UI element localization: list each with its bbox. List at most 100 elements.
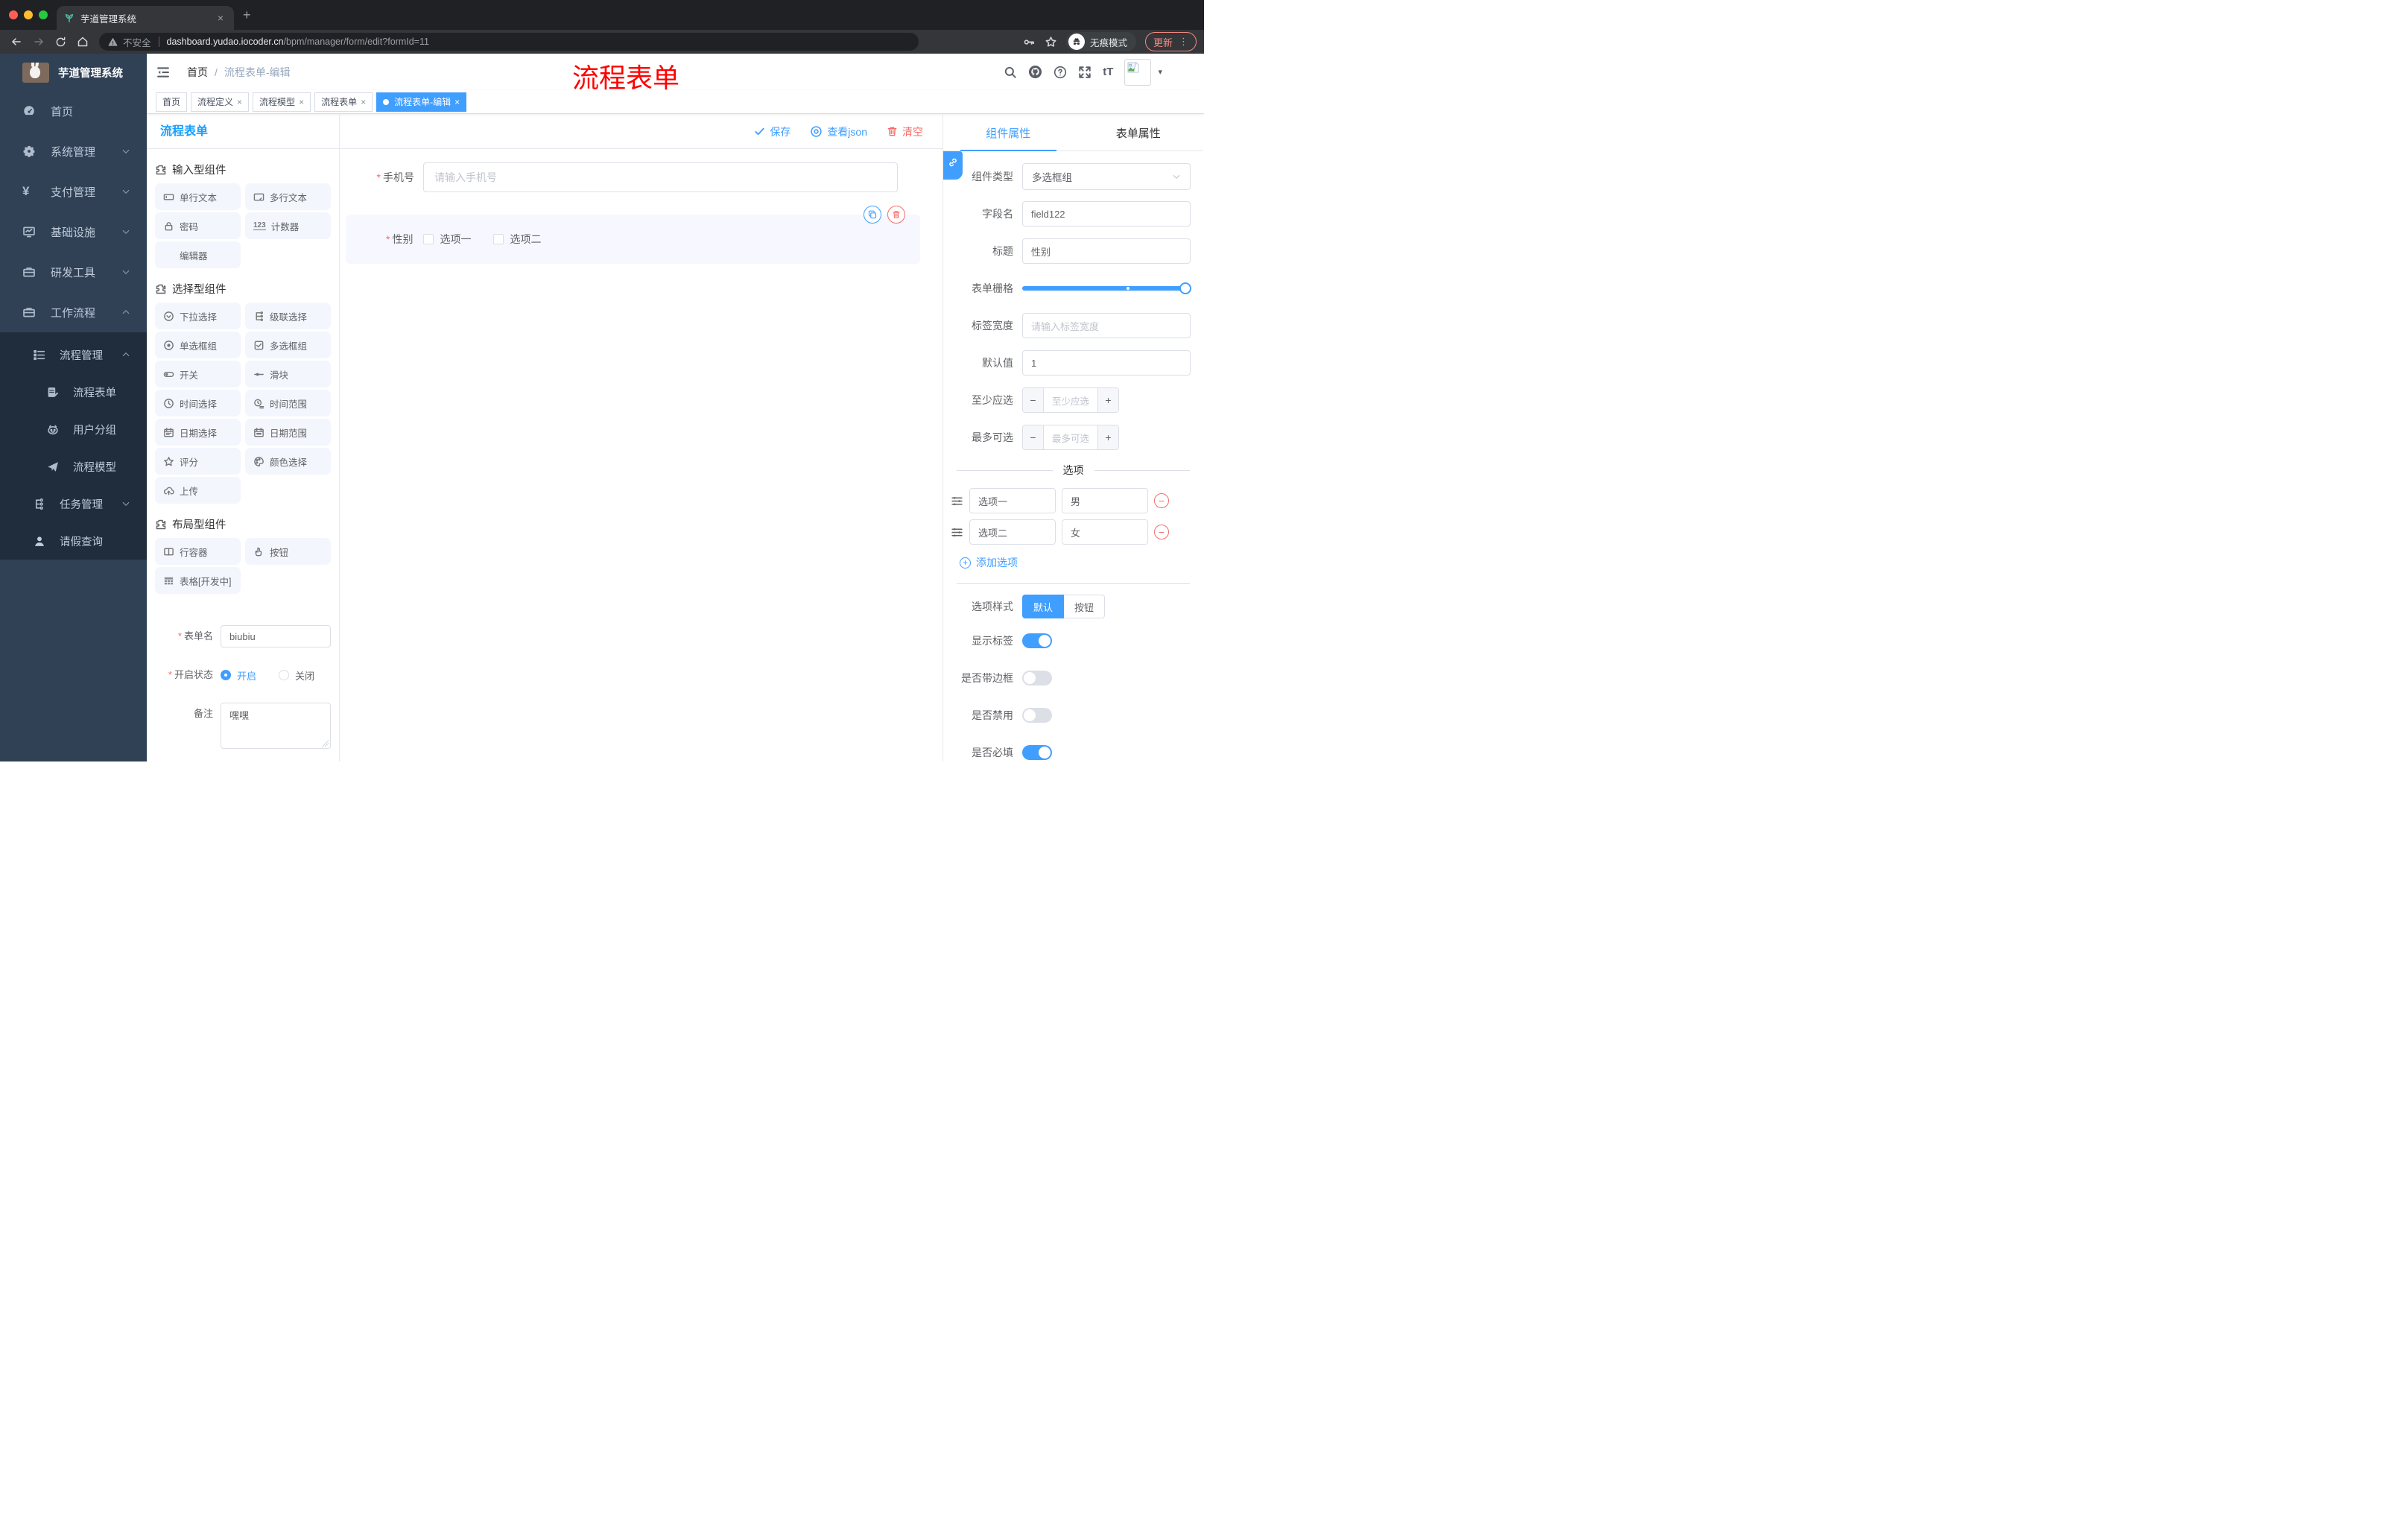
sidebar-item-leave-query[interactable]: 请假查询 — [0, 522, 147, 560]
sidebar-item-devtools[interactable]: 研发工具 — [0, 252, 147, 292]
browser-menu-icon[interactable]: ⋮ — [1179, 36, 1188, 48]
close-icon[interactable]: × — [361, 97, 366, 107]
palette-item-radio-group[interactable]: 单选框组 — [155, 332, 241, 358]
clear-button[interactable]: 清空 — [887, 124, 923, 139]
label-width-input[interactable]: 请输入标签宽度 — [1022, 313, 1191, 338]
tag-process-form[interactable]: 流程表单 × — [314, 92, 373, 112]
minimize-window-button[interactable] — [24, 10, 33, 19]
palette-item-upload[interactable]: 上传 — [155, 477, 241, 504]
gender-option-1[interactable]: 选项一 — [423, 232, 471, 247]
palette-item-date-picker[interactable]: 日期选择 — [155, 419, 241, 446]
checkbox-icon[interactable] — [423, 234, 434, 244]
decrease-icon[interactable]: − — [1023, 388, 1044, 412]
view-json-button[interactable]: 查看json — [810, 124, 867, 139]
home-icon[interactable] — [77, 36, 89, 48]
palette-item-button[interactable]: 按钮 — [245, 538, 331, 565]
github-icon[interactable] — [1028, 65, 1042, 79]
default-value-input[interactable]: 1 — [1022, 350, 1191, 376]
sidebar-item-infra[interactable]: 基础设施 — [0, 212, 147, 252]
save-button[interactable]: 保存 — [754, 124, 790, 139]
border-switch[interactable] — [1022, 671, 1052, 685]
option-value-input[interactable]: 男 — [1062, 488, 1148, 513]
increase-icon[interactable]: + — [1097, 388, 1118, 412]
palette-item-slider[interactable]: 滑块 — [245, 361, 331, 387]
bookmark-star-icon[interactable] — [1045, 36, 1057, 48]
option-label-input[interactable]: 选项一 — [969, 488, 1056, 513]
tag-process-definition[interactable]: 流程定义 × — [191, 92, 250, 112]
avatar-caret-icon[interactable]: ▾ — [1158, 67, 1162, 77]
close-icon[interactable]: × — [237, 97, 242, 107]
sidebar-item-home[interactable]: 首页 — [0, 91, 147, 131]
drag-handle-icon[interactable] — [951, 495, 963, 507]
new-tab-button[interactable]: + — [243, 8, 251, 22]
palette-item-checkbox-group[interactable]: 多选框组 — [245, 332, 331, 358]
url-path[interactable]: /bpm/manager/form/edit?formId=11 — [284, 37, 429, 47]
max-select-input[interactable]: 最多可选 — [1044, 425, 1097, 449]
palette-item-time-picker[interactable]: 时间选择 — [155, 390, 241, 417]
fullscreen-icon[interactable] — [1078, 66, 1091, 79]
collapse-sidebar-icon[interactable] — [156, 65, 171, 80]
status-on-label[interactable]: 开启 — [237, 668, 256, 683]
remove-option-button[interactable]: − — [1154, 525, 1169, 539]
search-icon[interactable] — [1004, 66, 1017, 79]
palette-item-editor[interactable]: 编辑器 — [155, 241, 241, 268]
status-off-radio[interactable] — [279, 670, 290, 680]
sidebar-item-payment[interactable]: ¥ 支付管理 — [0, 171, 147, 212]
phone-input[interactable]: 请输入手机号 — [423, 162, 898, 192]
palette-item-password[interactable]: 密码 — [155, 212, 241, 239]
palette-item-color-picker[interactable]: 颜色选择 — [245, 448, 331, 475]
palette-item-row-container[interactable]: 行容器 — [155, 538, 241, 565]
form-name-input[interactable]: biubiu — [221, 625, 331, 647]
url-domain[interactable]: dashboard.yudao.iocoder.cn — [167, 37, 284, 47]
not-secure-warning-icon[interactable] — [108, 37, 118, 47]
option-value-input[interactable]: 女 — [1062, 519, 1148, 545]
canvas-field-gender-selected[interactable]: 性别 选项一 选项二 — [346, 206, 920, 264]
sidebar-item-process-form[interactable]: 流程表单 — [0, 373, 147, 411]
zoom-window-button[interactable] — [39, 10, 48, 19]
resize-grip-icon[interactable] — [322, 740, 329, 747]
close-icon[interactable]: × — [454, 97, 460, 107]
option-label-input[interactable]: 选项二 — [969, 519, 1056, 545]
max-select-stepper[interactable]: − 最多可选 + — [1022, 425, 1119, 450]
tag-process-model[interactable]: 流程模型 × — [253, 92, 311, 112]
min-select-stepper[interactable]: − 至少应选 + — [1022, 387, 1119, 413]
palette-item-multi-text[interactable]: 多行文本 — [245, 183, 331, 210]
palette-item-time-range[interactable]: 时间范围 — [245, 390, 331, 417]
palette-item-counter[interactable]: 123 计数器 — [245, 212, 331, 239]
decrease-icon[interactable]: − — [1023, 425, 1044, 449]
update-label[interactable]: 更新 — [1153, 35, 1173, 49]
checkbox-icon[interactable] — [493, 234, 504, 244]
password-key-icon[interactable] — [1023, 36, 1036, 48]
status-on-radio[interactable] — [221, 670, 231, 680]
canvas-field-phone[interactable]: 手机号 请输入手机号 — [365, 162, 898, 192]
browser-tab[interactable]: 芋道管理系统 × — [57, 6, 234, 30]
font-size-icon[interactable]: tT — [1103, 66, 1113, 78]
close-window-button[interactable] — [9, 10, 18, 19]
tab-form-props[interactable]: 表单属性 — [1074, 115, 1204, 151]
sidebar-item-workflow[interactable]: 工作流程 — [0, 292, 147, 332]
tag-process-form-edit[interactable]: 流程表单-编辑 × — [376, 92, 467, 112]
tab-close-icon[interactable]: × — [215, 12, 226, 24]
sidebar-item-process-model[interactable]: 流程模型 — [0, 448, 147, 485]
help-icon[interactable] — [1054, 66, 1067, 79]
link-badge[interactable] — [943, 151, 963, 180]
component-type-select[interactable]: 多选框组 — [1022, 163, 1191, 190]
remove-option-button[interactable]: − — [1154, 493, 1169, 508]
close-icon[interactable]: × — [299, 97, 304, 107]
forward-icon[interactable] — [33, 36, 45, 48]
palette-item-switch[interactable]: 开关 — [155, 361, 241, 387]
tab-component-props[interactable]: 组件属性 — [943, 115, 1074, 151]
sidebar-item-user-group[interactable]: 用户分组 — [0, 411, 147, 448]
form-grid-slider[interactable] — [1022, 275, 1192, 302]
url-bar[interactable]: 不安全 dashboard.yudao.iocoder.cn/bpm/manag… — [99, 33, 919, 51]
palette-item-rate[interactable]: 评分 — [155, 448, 241, 475]
delete-component-button[interactable] — [887, 206, 905, 224]
drag-handle-icon[interactable] — [951, 526, 963, 539]
disabled-switch[interactable] — [1022, 708, 1052, 723]
increase-icon[interactable]: + — [1097, 425, 1118, 449]
form-remark-textarea[interactable]: 嘿嘿 — [221, 703, 331, 749]
reload-icon[interactable] — [55, 37, 66, 48]
add-option-button[interactable]: + 添加选项 — [960, 555, 1203, 570]
palette-item-select[interactable]: 下拉选择 — [155, 303, 241, 329]
avatar[interactable] — [1124, 58, 1152, 86]
